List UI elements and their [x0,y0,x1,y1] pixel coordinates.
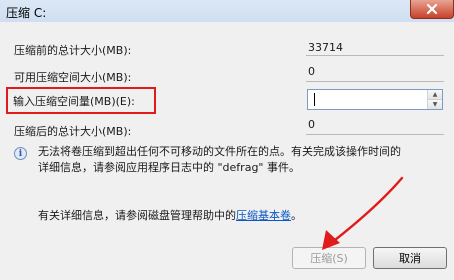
label-total-before: 压缩前的总计大小(MB): [14,44,132,57]
field-underline [306,81,444,82]
label-total-after: 压缩后的总计大小(MB): [14,125,132,138]
cancel-button[interactable]: 取消 [373,247,447,269]
spin-buttons: ▲ ▼ [427,90,442,109]
help-prefix: 有关详细信息，请参阅磁盘管理帮助中的 [38,209,236,222]
help-link-shrink-basic-volume[interactable]: 压缩基本卷 [236,209,291,222]
shrink-button[interactable]: 压缩(S) [292,247,366,269]
info-line-1: 无法将卷压缩到超出任何不可移动的文件所在的点。有关完成该操作时间的 [38,145,401,158]
spin-down-button[interactable]: ▼ [428,100,442,109]
spin-up-button[interactable]: ▲ [428,90,442,100]
shrink-amount-input[interactable]: ▲ ▼ [307,89,443,110]
field-underline [306,55,444,56]
value-available-space: 0 [308,65,315,78]
chevron-up-icon: ▲ [432,91,438,98]
label-available-space: 可用压缩空间大小(MB): [14,71,132,84]
field-underline [306,134,444,135]
window-title: 压缩 C: [6,6,47,20]
info-line-2: 详细信息，请参阅应用程序日志中的 "defrag" 事件。 [38,161,300,174]
info-icon: i [14,147,27,160]
value-total-after: 0 [308,118,315,131]
info-note: 无法将卷压缩到超出任何不可移动的文件所在的点。有关完成该操作时间的 详细信息，请… [38,144,448,176]
title-bar: 压缩 C: [0,0,454,23]
close-button[interactable] [410,0,454,19]
chevron-down-icon: ▼ [432,101,438,108]
close-icon [426,4,438,14]
help-text: 有关详细信息，请参阅磁盘管理帮助中的压缩基本卷。 [38,207,302,223]
label-shrink-amount: 输入压缩空间量(MB)(E): [13,95,135,108]
value-total-before: 33714 [308,41,343,54]
help-suffix: 。 [291,209,302,222]
text-caret [314,93,315,106]
